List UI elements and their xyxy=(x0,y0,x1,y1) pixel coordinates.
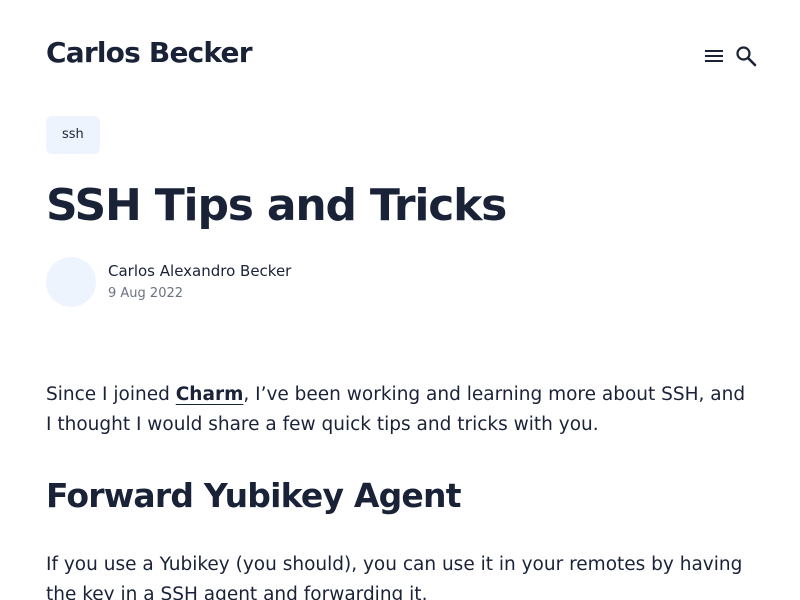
post-date: 9 Aug 2022 xyxy=(108,286,184,301)
intro-paragraph: Since I joined Charm, I’ve been working … xyxy=(46,380,756,440)
search-button[interactable] xyxy=(734,44,758,68)
page: Carlos Becker ssh SSH Tips and Tricks Ca… xyxy=(0,0,800,600)
section-heading: Forward Yubikey Agent xyxy=(46,476,461,515)
section-paragraph: If you use a Yubikey (you should), you c… xyxy=(46,554,743,600)
intro-text-start: Since I joined xyxy=(46,384,176,405)
author-name[interactable]: Carlos Alexandro Becker xyxy=(108,261,291,281)
header-icons xyxy=(702,44,758,68)
post-tag-ssh[interactable]: ssh xyxy=(46,116,100,154)
author-avatar[interactable] xyxy=(46,257,96,307)
search-icon xyxy=(736,46,757,67)
site-title-link[interactable]: Carlos Becker xyxy=(46,34,253,72)
menu-button[interactable] xyxy=(702,44,726,68)
post-title: SSH Tips and Tricks xyxy=(46,180,507,231)
menu-icon xyxy=(705,50,723,62)
charm-link[interactable]: Charm xyxy=(176,384,244,405)
